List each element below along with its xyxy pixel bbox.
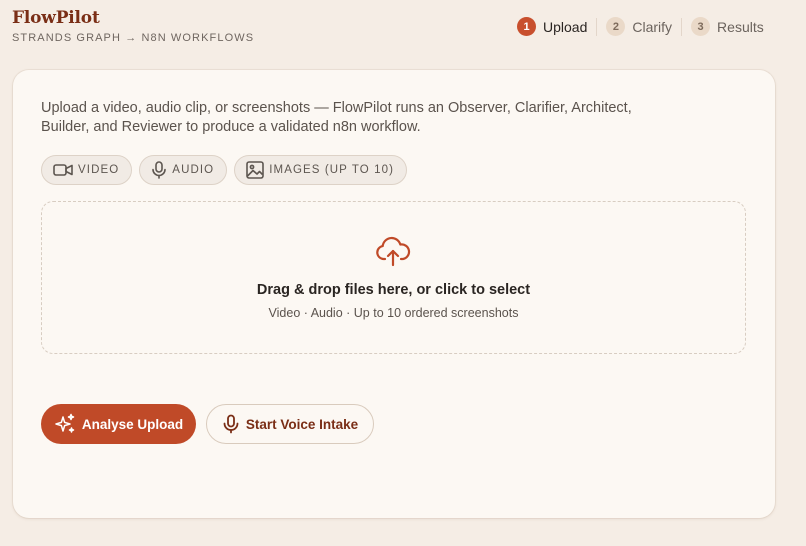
video-icon bbox=[53, 164, 73, 176]
stepper: 1 Upload 2 Clarify 3 Results bbox=[517, 17, 764, 36]
chip-label: AUDIO bbox=[172, 164, 215, 176]
chip-audio: AUDIO bbox=[139, 155, 228, 185]
chip-label: IMAGES (UP TO 10) bbox=[269, 164, 395, 176]
brand-subtitle: STRANDS GRAPH → N8N WORKFLOWS bbox=[12, 32, 255, 44]
image-icon bbox=[246, 161, 265, 179]
chip-video: VIDEO bbox=[41, 155, 133, 185]
step-label: Results bbox=[717, 18, 764, 35]
cloud-upload-icon bbox=[376, 236, 411, 267]
dropzone-subtitle: Video · Audio · Up to 10 ordered screens… bbox=[268, 306, 519, 320]
file-dropzone[interactable]: Drag & drop files here, or click to sele… bbox=[41, 201, 746, 354]
chip-label: VIDEO bbox=[78, 164, 120, 176]
intro-text: Upload a video, audio clip, or screensho… bbox=[41, 100, 632, 135]
sparkles-icon bbox=[55, 413, 75, 433]
analyse-upload-label: Analyse Upload bbox=[81, 416, 184, 432]
step-number: 1 bbox=[517, 17, 536, 36]
step-label: Clarify bbox=[632, 18, 673, 35]
start-voice-intake-button[interactable]: Start Voice Intake bbox=[206, 404, 374, 444]
step-label: Upload bbox=[543, 18, 588, 35]
step-results[interactable]: 3 Results bbox=[691, 17, 764, 36]
microphone-icon bbox=[152, 161, 167, 179]
start-voice-intake-label: Start Voice Intake bbox=[245, 416, 359, 432]
analyse-upload-button[interactable]: Analyse Upload bbox=[41, 404, 196, 444]
step-clarify[interactable]: 2 Clarify bbox=[606, 17, 672, 36]
step-divider bbox=[596, 17, 598, 36]
step-number: 2 bbox=[606, 17, 626, 36]
dropzone-title: Drag & drop files here, or click to sele… bbox=[256, 282, 531, 298]
upload-card: Upload a video, audio clip, or screensho… bbox=[13, 70, 775, 518]
media-type-chips: VIDEO AUDIO IMAGES (UP TO 10) bbox=[41, 155, 408, 185]
app-header: FlowPilot STRANDS GRAPH → N8N WORKFLOWS … bbox=[0, 0, 806, 60]
chip-images: IMAGES (UP TO 10) bbox=[234, 155, 408, 185]
microphone-icon bbox=[223, 414, 239, 434]
step-number: 3 bbox=[691, 17, 711, 36]
step-upload[interactable]: 1 Upload bbox=[517, 17, 587, 36]
step-divider bbox=[681, 17, 683, 36]
brand-title: FlowPilot bbox=[12, 8, 100, 28]
